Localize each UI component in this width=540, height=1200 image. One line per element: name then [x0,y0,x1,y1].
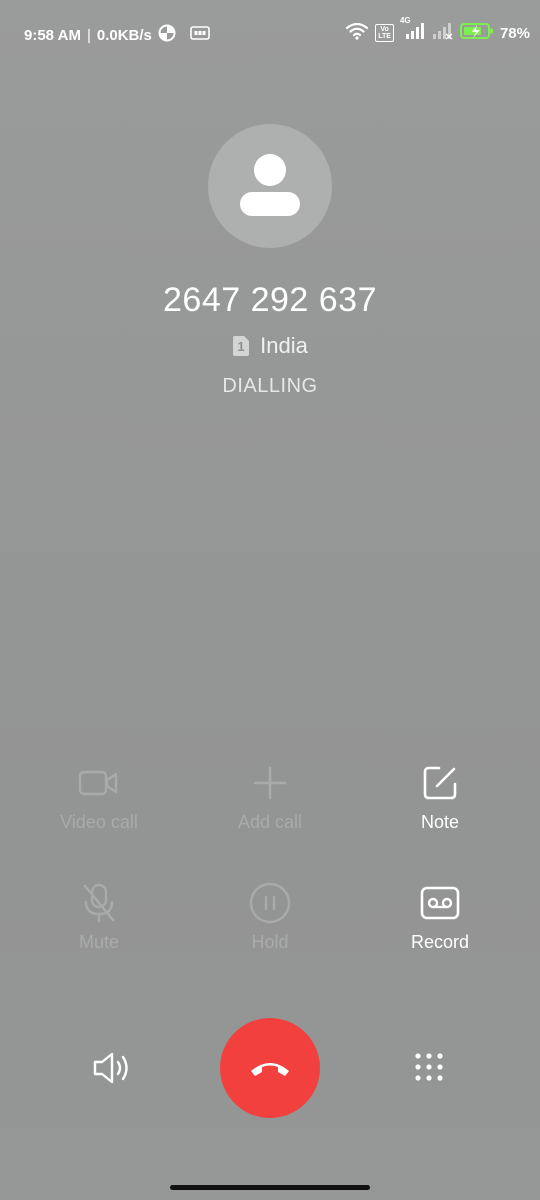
plus-icon [253,766,287,800]
status-separator: | [86,26,91,44]
contact-avatar [208,124,332,248]
network-type: 4G [399,16,411,25]
note-edit-icon [423,766,457,800]
in-call-screen: 9:58 AM | 0.0KB/s Vo LTE 4G 78% 2647 292… [0,0,540,1200]
volte-icon: Vo LTE [375,24,394,42]
dialpad-icon [415,1053,443,1081]
record-tape-icon [420,886,460,920]
caller-number: 2647 292 637 [163,281,377,319]
call-status: DIALLING [222,375,318,397]
speaker-icon [93,1052,128,1084]
sim-card-icon: 1 [232,335,250,357]
status-time: 9:58 AM [24,26,81,44]
status-left: 9:58 AM | 0.0KB/s [24,24,210,46]
home-indicator[interactable] [170,1185,370,1190]
volte-line1: Vo [380,26,389,33]
phone-hangup-icon [251,1063,289,1076]
record-label: Record [410,932,470,952]
data-saver-icon [158,24,176,46]
record-button[interactable]: Record [355,880,525,980]
hold-label: Hold [251,932,289,952]
caller-location: 1 India [0,333,540,359]
microphone-off-icon [83,883,115,923]
end-call-button[interactable] [220,1018,320,1118]
video-camera-icon [78,770,118,796]
note-label: Note [420,812,460,832]
volte-line2: LTE [378,33,391,40]
add-call-label: Add call [237,812,303,832]
speaker-button[interactable] [86,1044,138,1092]
network-speed: 0.0KB/s [96,26,152,44]
gps-icon [190,26,210,44]
status-bar: 9:58 AM | 0.0KB/s Vo LTE 4G 78% [0,0,540,64]
location-label: India [260,333,308,358]
video-call-button[interactable]: Video call [14,760,184,860]
status-right: Vo LTE 4G 78% [345,16,530,44]
hold-button[interactable]: Hold [185,880,355,980]
pause-icon [249,882,291,924]
note-button[interactable]: Note [355,760,525,860]
battery-charging-icon [459,22,494,44]
signal-weak-icon [432,22,454,44]
mute-label: Mute [78,932,120,952]
video-call-label: Video call [60,812,138,832]
signal-icon: 4G [400,16,426,44]
dialpad-button[interactable] [404,1042,454,1092]
add-call-button[interactable]: Add call [185,760,355,860]
wifi-icon [345,22,369,44]
sim-slot-number: 1 [238,339,245,354]
battery-percent: 78% [499,24,530,42]
person-icon [240,154,300,216]
mute-button[interactable]: Mute [14,880,184,980]
